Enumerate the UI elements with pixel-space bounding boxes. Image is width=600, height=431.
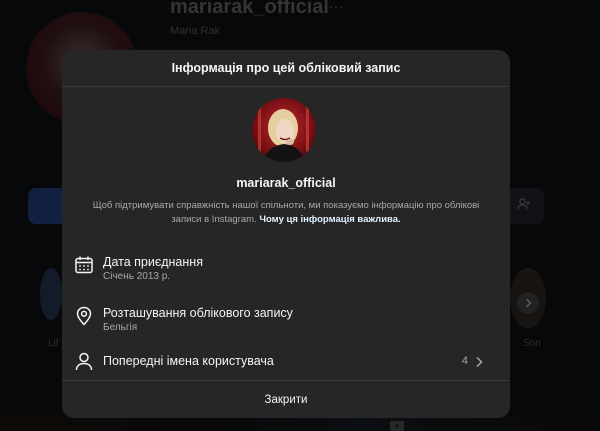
account-info-description: Щоб підтримувати справжність нашої спіль… (92, 199, 480, 227)
former-usernames-row[interactable]: Попередні імена користувача 4 (74, 351, 498, 373)
account-location-label: Розташування облікового запису (103, 306, 293, 320)
date-joined-value: Січень 2013 р. (103, 271, 171, 282)
chevron-right-icon (476, 356, 483, 368)
calendar-icon (75, 256, 93, 274)
dialog-title: Інформація про цей обліковий запис (171, 61, 401, 75)
about-account-dialog: Інформація про цей обліковий запис maria… (62, 50, 510, 418)
date-joined-row: Дата приєднання Січень 2013 р. (74, 255, 498, 287)
close-button-label: Закрити (264, 393, 308, 406)
former-usernames-label: Попередні імена користувача (103, 354, 274, 368)
account-username: mariarak_official (236, 176, 336, 190)
dialog-header: Інформація про цей обліковий запис (62, 50, 510, 87)
close-button[interactable]: Закрити (62, 380, 510, 418)
person-icon (75, 352, 93, 371)
account-location-row: Розташування облікового запису Бельгія (74, 306, 498, 338)
learn-more-link[interactable]: Чому ця інформація важлива. (259, 214, 400, 225)
former-usernames-count: 4 (461, 355, 468, 367)
account-location-value: Бельгія (103, 322, 138, 333)
date-joined-label: Дата приєднання (103, 255, 203, 269)
avatar (252, 98, 316, 162)
location-pin-icon (76, 306, 92, 326)
